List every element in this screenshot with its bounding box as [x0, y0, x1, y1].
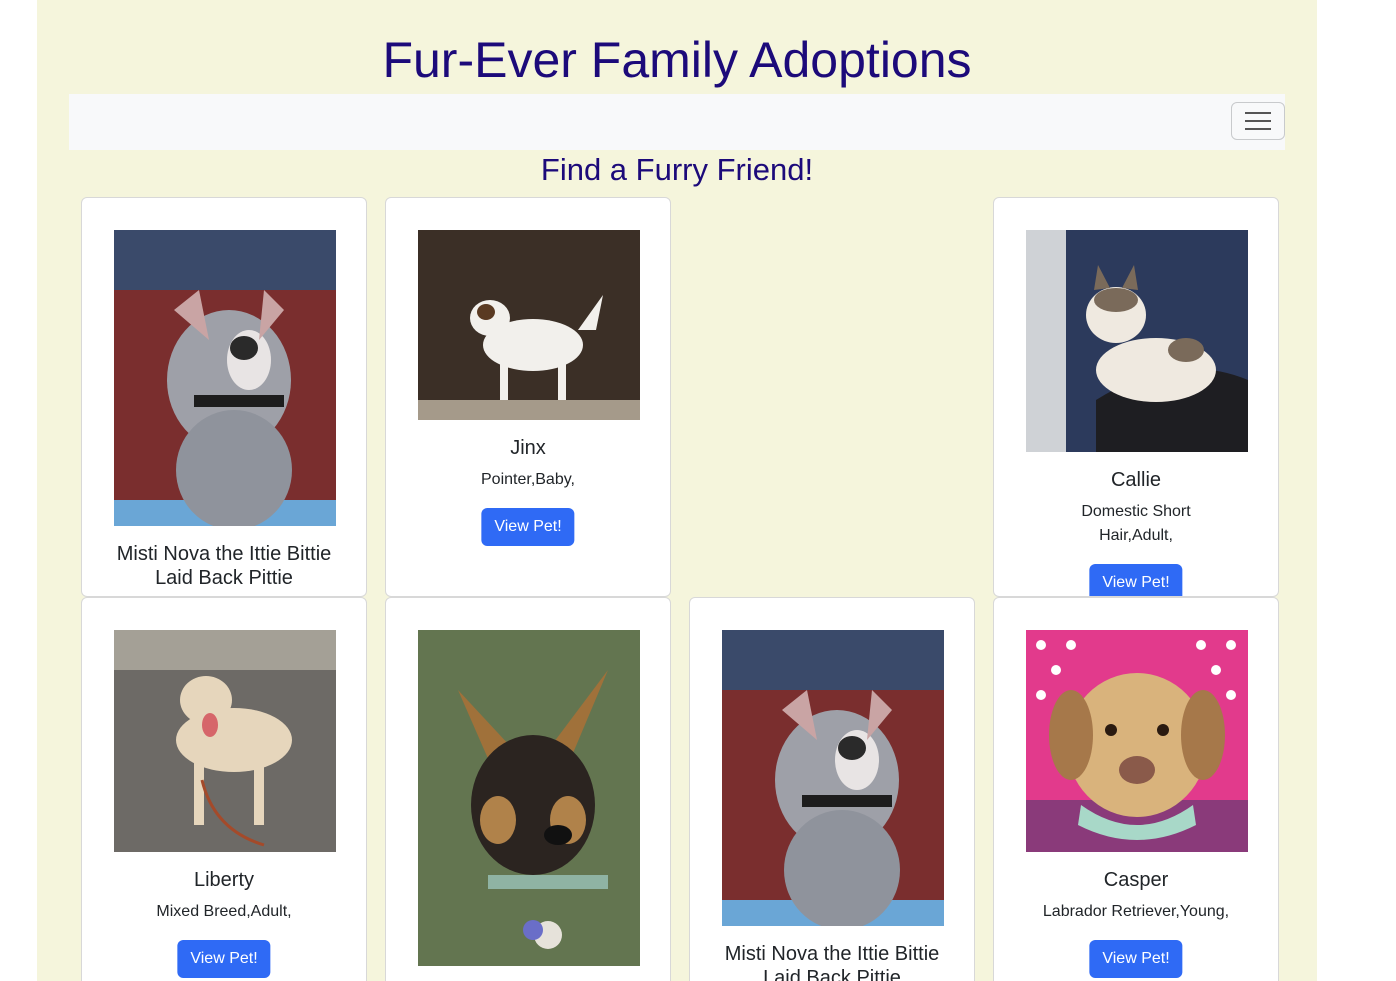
view-pet-button[interactable]: View Pet!	[1089, 564, 1183, 596]
pet-card: Liberty Mixed Breed,Adult, View Pet!	[81, 597, 367, 981]
gray-white-pitbull-photo[interactable]	[114, 230, 336, 526]
pet-description: Labrador Retriever,Young,	[1042, 903, 1230, 920]
pet-description: Mixed Breed,Adult,	[156, 903, 292, 920]
view-pet-button[interactable]: View Pet!	[1089, 940, 1183, 978]
pet-card: Misti Nova the Ittie Bittie Laid Back Pi…	[81, 197, 367, 597]
pet-card: Casper Labrador Retriever,Young, View Pe…	[993, 597, 1279, 981]
pet-card: Callie Domestic Short Hair,Adult, View P…	[993, 197, 1279, 597]
pet-name: Callie	[1110, 469, 1162, 491]
pet-name: Misti Nova the Ittie Bittie Laid Back Pi…	[724, 943, 940, 981]
view-pet-button[interactable]: View Pet!	[481, 508, 575, 546]
pet-description: Pointer,Baby,	[481, 471, 575, 488]
pet-card: Jinx Pointer,Baby, View Pet!	[385, 197, 671, 597]
hamburger-icon-line	[1245, 128, 1271, 130]
pet-name: Misti Nova the Ittie Bittie Laid Back Pi…	[116, 543, 332, 589]
pet-card: Misti Nova the Ittie Bittie Laid Back Pi…	[689, 597, 975, 981]
gray-white-pitbull-photo[interactable]	[722, 630, 944, 926]
calico-cat-photo[interactable]	[1026, 230, 1248, 452]
navbar-toggler-button[interactable]	[1231, 102, 1285, 140]
pet-name: Jinx	[510, 437, 546, 459]
page-container: Fur-Ever Family Adoptions Find a Furry F…	[37, 0, 1317, 981]
hamburger-icon	[1245, 112, 1271, 114]
german-shepherd-puppy-photo[interactable]	[418, 630, 640, 966]
labrador-retriever-photo[interactable]	[1026, 630, 1248, 852]
view-pet-button[interactable]: View Pet!	[177, 940, 271, 978]
pet-card	[385, 597, 671, 981]
pet-name: Casper	[1103, 869, 1169, 891]
hamburger-icon-line	[1245, 120, 1271, 122]
pet-description: Domestic Short Hair,Adult,	[1081, 503, 1191, 544]
navbar	[69, 94, 1285, 150]
pet-name: Liberty	[193, 869, 255, 891]
tan-mixed-dog-photo[interactable]	[114, 630, 336, 852]
section-heading: Find a Furry Friend!	[540, 152, 814, 187]
white-pointer-puppy-photo[interactable]	[418, 230, 640, 420]
site-title: Fur-Ever Family Adoptions	[382, 32, 972, 88]
